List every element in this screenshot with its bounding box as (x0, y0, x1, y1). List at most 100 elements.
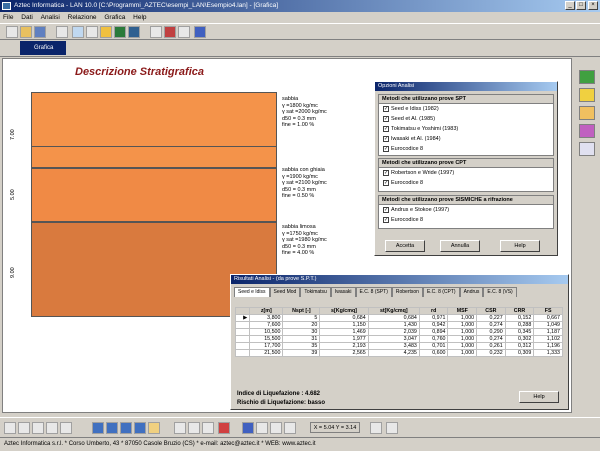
zoom-out-icon[interactable] (18, 422, 30, 434)
zoom-all-icon[interactable] (46, 422, 58, 434)
scale-tool-icon[interactable] (579, 88, 595, 102)
zoom-prev-icon[interactable] (60, 422, 72, 434)
checkbox-icon: ✓ (383, 169, 389, 176)
cpt-method-check[interactable]: ✓ Robertson e Wride (1997) (379, 168, 553, 178)
analysis-icon[interactable] (150, 26, 162, 38)
pan-right-icon[interactable] (106, 422, 118, 434)
menu-relazione[interactable]: Relazione (65, 14, 100, 21)
menu-help[interactable]: Help (130, 14, 149, 21)
table-cell: 2,565 (319, 349, 369, 357)
menu-file[interactable]: File (0, 14, 16, 21)
menu-grafica[interactable]: Grafica (101, 14, 128, 21)
cancel-button[interactable]: Annulla (440, 240, 480, 252)
spt-method-check[interactable]: ✓ Tokimatsu e Yoshimi (1983) (379, 124, 553, 134)
undo-icon[interactable] (370, 422, 382, 434)
text-icon[interactable] (242, 422, 254, 434)
grafica-label: Grafica (34, 45, 54, 51)
menu-dati[interactable]: Dati (18, 14, 36, 21)
maximize-button[interactable]: □ (576, 1, 586, 10)
tab-andrus[interactable]: Andrus (459, 287, 484, 297)
spt-method-check[interactable]: ✓ Seed e Idiss (1982) (379, 104, 553, 114)
data-icon[interactable] (56, 26, 68, 38)
table-row[interactable]: 17,700 35 2,193 3,483 0,701 1,000 0,261 0,312 1,… (234, 342, 563, 350)
tab-tokimatsu[interactable]: Tokimatsu (300, 287, 331, 297)
tab-ec8-vs[interactable]: E.C. 8 (VS) (483, 287, 517, 297)
help-icon[interactable] (194, 26, 206, 38)
table-cell: 0,894 (418, 328, 449, 336)
zoom-tool-icon[interactable] (579, 142, 595, 156)
layers-icon[interactable] (100, 26, 112, 38)
cpt-group-title: Metodi che utilizzano prove CPT (379, 159, 553, 168)
print-icon[interactable] (178, 26, 190, 38)
print-preview-icon[interactable] (202, 422, 214, 434)
color-tool-icon[interactable] (579, 124, 595, 138)
table-cell: 30 (282, 328, 321, 336)
tab-iwasaki[interactable]: Iwasaki (330, 287, 356, 297)
desc-line: γ sat =1980 kg/mc (282, 237, 327, 243)
copy-icon[interactable] (188, 422, 200, 434)
sheet-icon[interactable] (86, 26, 98, 38)
report-icon[interactable] (164, 26, 176, 38)
layer-desc-1: sabbia γ =1800 kg/mc γ sat =2000 kg/mc d… (282, 96, 327, 129)
cpt-method-check[interactable]: ✓ Eurocodice 8 (379, 178, 553, 188)
table-row[interactable]: 21,500 39 2,565 4,235 0,600 1,000 0,232 0,309 1,… (234, 349, 563, 357)
spt-method-label: Tokimatsu e Yoshimi (1983) (391, 126, 459, 132)
table-cell: 15,500 (249, 335, 284, 343)
select-icon[interactable] (174, 422, 186, 434)
table-cell: 20 (282, 321, 321, 329)
export-icon[interactable] (284, 422, 296, 434)
results-dialog: Risultati Analisi - (da prove S.P.T.) Se… (230, 274, 569, 410)
tab-seed-idiss[interactable]: Seed e Idiss (234, 287, 270, 297)
font-icon[interactable] (256, 422, 268, 434)
color-icon[interactable] (218, 422, 230, 434)
minimize-button[interactable]: _ (565, 1, 575, 10)
zoom-window-icon[interactable] (32, 422, 44, 434)
spt-method-check[interactable]: ✓ Seed et Al. (1985) (379, 114, 553, 124)
table-cell: 0,232 (476, 349, 506, 357)
table-icon[interactable] (72, 26, 84, 38)
close-button[interactable]: × (588, 1, 598, 10)
grafica-tab-button[interactable]: Grafica (20, 41, 66, 55)
accept-button[interactable]: Accetta (385, 240, 425, 252)
status-bar: Aztec Informatica s.r.l. * Corso Umberto… (0, 437, 600, 450)
graph-tool-icon[interactable] (579, 106, 595, 120)
tab-seed-mod[interactable]: Seed Mod (269, 287, 301, 297)
water-icon[interactable] (128, 26, 140, 38)
save-icon[interactable] (34, 26, 46, 38)
table-row[interactable]: 10,500 30 1,469 2,039 0,894 1,000 0,290 0,345 1,… (234, 328, 563, 336)
table-cell (234, 342, 251, 350)
layer-tool-icon[interactable] (579, 70, 595, 84)
table-cell (234, 328, 251, 336)
drawing-title: Descrizione Stratigrafica (75, 66, 204, 78)
pan-down-icon[interactable] (134, 422, 146, 434)
pan-left-icon[interactable] (92, 422, 104, 434)
hand-icon[interactable] (148, 422, 160, 434)
desc-line: sabbia con ghiaia (282, 167, 325, 173)
table-cell: 1,000 (447, 321, 478, 329)
sism-method-check[interactable]: ✓ Eurocodice 8 (379, 215, 553, 225)
layer-1b (31, 146, 277, 168)
terrain-icon[interactable] (114, 26, 126, 38)
table-cell (234, 349, 251, 357)
pan-up-icon[interactable] (120, 422, 132, 434)
open-icon[interactable] (20, 26, 32, 38)
zoom-in-icon[interactable] (4, 422, 16, 434)
line-icon[interactable] (270, 422, 282, 434)
thickness-label-2: 5.00 (10, 189, 16, 200)
menu-analisi[interactable]: Analisi (38, 14, 63, 21)
spt-method-check[interactable]: ✓ Eurocodice 8 (379, 144, 553, 154)
spt-method-check[interactable]: ✓ Iwasaki et Al. (1984) (379, 134, 553, 144)
tab-robertson[interactable]: Robertson (391, 287, 423, 297)
help-button[interactable]: Help (500, 240, 540, 252)
redo-icon[interactable] (386, 422, 398, 434)
tab-ec8-spt[interactable]: E.C. 8 (SPT) (355, 287, 392, 297)
checkbox-icon: ✓ (383, 216, 389, 223)
sism-method-check[interactable]: ✓ Andrus e Stokoe (1997) (379, 205, 553, 215)
results-help-button[interactable]: Help (519, 391, 559, 403)
table-row[interactable]: 15,500 31 1,977 3,047 0,760 1,000 0,274 0,302 1,… (234, 335, 563, 343)
new-icon[interactable] (6, 26, 18, 38)
table-row[interactable]: 7,600 20 1,150 1,430 0,942 1,000 0,274 0,288 1,0… (234, 321, 563, 329)
tab-ec8-cpt[interactable]: E.C. 8 (CPT) (422, 287, 460, 297)
table-row[interactable]: ▶ 3,800 5 0,684 0,684 0,971 1,000 0,227 0,152 0,6… (234, 314, 563, 322)
table-cell: 3,047 (367, 335, 420, 343)
